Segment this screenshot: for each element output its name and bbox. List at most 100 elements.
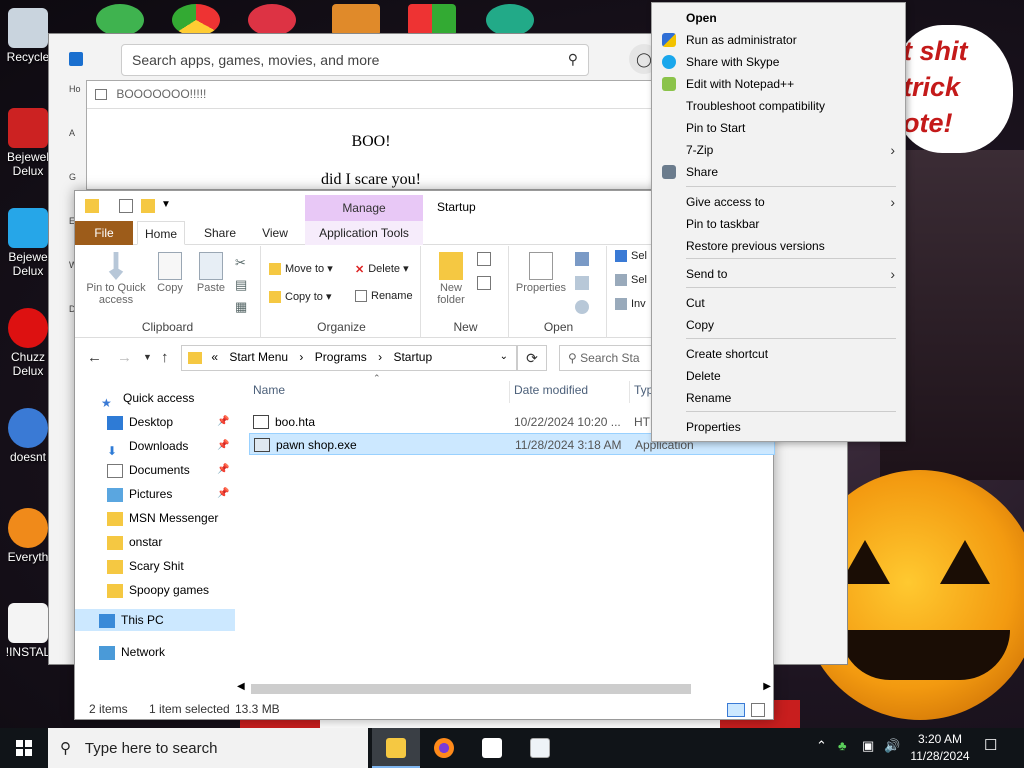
store-search-input[interactable]: Search apps, games, movies, and more ⚲ — [121, 44, 589, 76]
breadcrumb-item[interactable]: Start Menu — [229, 350, 288, 364]
nav-item-this-pc[interactable]: This PC — [75, 609, 235, 631]
menu-item-troubleshoot-compatibility[interactable]: Troubleshoot compatibility — [652, 95, 905, 117]
menu-item-properties[interactable]: Properties — [652, 416, 905, 438]
history-icon[interactable] — [575, 300, 589, 314]
menu-item-run-as-administrator[interactable]: Run as administrator — [652, 29, 905, 51]
tab-view[interactable]: View — [251, 221, 299, 245]
up-arrow-icon[interactable]: ↑ — [161, 349, 169, 366]
easy-access-icon[interactable] — [477, 276, 491, 290]
nav-item-scary-shit[interactable]: Scary Shit — [107, 555, 184, 577]
volume-icon[interactable]: 🔊 — [884, 738, 900, 754]
tray-app-icon[interactable]: ♣ — [838, 738, 847, 753]
select-all-button[interactable]: Sel — [615, 250, 647, 263]
folder-icon — [107, 583, 123, 598]
cut-icon[interactable]: ✂ ▤ ▦ — [235, 252, 247, 318]
taskbar-hta-app[interactable] — [516, 728, 564, 768]
properties-button[interactable]: Properties — [513, 252, 569, 294]
menu-item-share-with-skype[interactable]: Share with Skype — [652, 51, 905, 73]
nav-item-network[interactable]: Network — [99, 641, 165, 663]
network-icon[interactable]: ▣ — [862, 738, 874, 754]
forward-arrow-icon[interactable]: → — [117, 349, 132, 366]
chrome-icon[interactable] — [172, 4, 220, 36]
breadcrumb-item[interactable]: Programs — [315, 350, 367, 364]
copy-button[interactable]: Copy — [153, 252, 187, 294]
app-icon[interactable] — [332, 4, 380, 36]
taskbar-search[interactable]: ⚲ Type here to search — [48, 728, 368, 768]
menu-item-open[interactable]: Open — [652, 7, 905, 29]
address-bar[interactable]: « Start Menu › Programs › Startup ⌄ — [181, 345, 517, 371]
select-none-button[interactable]: Sel — [615, 274, 647, 287]
select-none-icon — [615, 274, 627, 287]
nav-item-pictures[interactable]: Pictures 📌 — [107, 483, 229, 505]
nav-item-onstar[interactable]: onstar — [107, 531, 162, 553]
menu-item-copy[interactable]: Copy — [652, 314, 905, 336]
taskbar-store[interactable] — [468, 728, 516, 768]
new-folder-button[interactable]: New folder — [429, 252, 473, 306]
nav-item-msn-messenger[interactable]: MSN Messenger — [107, 507, 218, 529]
menu-item-pin-to-start[interactable]: Pin to Start — [652, 117, 905, 139]
group-label: Clipboard — [141, 320, 194, 334]
clock[interactable]: 3:20 AM 11/28/2024 — [900, 731, 980, 765]
large-icons-view-icon[interactable] — [751, 703, 765, 717]
horizontal-scrollbar[interactable]: ◀ ▶ — [235, 681, 775, 697]
new-folder-icon[interactable] — [141, 199, 155, 213]
notifications-icon[interactable]: ☐ — [984, 736, 997, 754]
menu-item-7-zip[interactable]: 7-Zip › — [652, 139, 905, 161]
tab-home[interactable]: Home — [137, 221, 185, 245]
nav-item-documents[interactable]: Documents 📌 — [107, 459, 229, 481]
tab-file[interactable]: File — [75, 221, 133, 245]
breadcrumb-item[interactable]: Startup — [393, 350, 432, 364]
rename-button[interactable]: Rename — [355, 290, 413, 303]
menu-item-create-shortcut[interactable]: Create shortcut — [652, 343, 905, 365]
back-arrow-icon[interactable]: ← — [87, 349, 102, 366]
start-button[interactable] — [0, 728, 48, 768]
nav-item-downloads[interactable]: ⬇ Downloads 📌 — [107, 435, 229, 458]
menu-item-edit-with-notepad[interactable]: Edit with Notepad++ — [652, 73, 905, 95]
taskbar-file-explorer[interactable] — [372, 728, 420, 768]
chevron-down-icon[interactable]: ▼ — [161, 199, 171, 210]
paste-button[interactable]: Paste — [193, 252, 229, 294]
pin-quick-access-button[interactable]: Pin to Quick access — [81, 252, 151, 306]
properties-icon[interactable] — [119, 199, 133, 213]
sidebar-label[interactable]: Ho — [49, 84, 81, 128]
scroll-left-icon[interactable]: ◀ — [237, 681, 245, 692]
edit-icon[interactable] — [575, 276, 589, 290]
details-view-icon[interactable] — [727, 703, 745, 717]
menu-item-restore-previous-versions[interactable]: Restore previous versions — [652, 235, 905, 257]
tab-application-tools[interactable]: Application Tools — [305, 221, 423, 245]
chevron-down-icon[interactable]: ⌄ — [500, 351, 508, 362]
app-icon[interactable] — [248, 4, 296, 36]
menu-item-rename[interactable]: Rename — [652, 387, 905, 409]
menu-item-give-access-to[interactable]: Give access to › — [652, 191, 905, 213]
menu-item-cut[interactable]: Cut — [652, 292, 905, 314]
open-icon[interactable] — [575, 252, 589, 266]
game-icon[interactable] — [486, 4, 534, 36]
delete-button[interactable]: ✕ Delete ▾ — [355, 262, 409, 276]
nav-item-spoopy-games[interactable]: Spoopy games — [107, 579, 209, 601]
invert-selection-button[interactable]: Inv — [615, 298, 646, 311]
menu-item-delete[interactable]: Delete — [652, 365, 905, 387]
nav-item-desktop[interactable]: Desktop 📌 — [107, 411, 229, 433]
scroll-right-icon[interactable]: ▶ — [763, 681, 771, 692]
menu-item-pin-to-taskbar[interactable]: Pin to taskbar — [652, 213, 905, 235]
app-icon[interactable] — [408, 4, 456, 36]
messenger-icon[interactable] — [96, 4, 144, 36]
refresh-button[interactable]: ⟳ — [517, 345, 547, 371]
copy-to-button[interactable]: Copy to ▾ — [269, 290, 332, 304]
menu-item-send-to[interactable]: Send to › — [652, 263, 905, 285]
menu-item-share[interactable]: Share — [652, 161, 905, 183]
new-folder-icon — [439, 252, 463, 280]
column-header-name[interactable]: Name — [253, 383, 285, 397]
scrollbar-thumb[interactable] — [251, 684, 691, 694]
hta-title-bar[interactable]: BOOOOOOO!!!!! — [87, 81, 655, 109]
taskbar-firefox[interactable] — [420, 728, 468, 768]
move-to-button[interactable]: Move to ▾ — [269, 262, 333, 276]
column-header-date[interactable]: Date modified — [514, 383, 588, 397]
tray-chevron-icon[interactable]: ⌃ — [816, 738, 827, 754]
sidebar-label[interactable]: A — [49, 128, 79, 172]
tab-share[interactable]: Share — [195, 221, 245, 245]
new-item-icon[interactable] — [477, 252, 491, 266]
nav-item-quick-access[interactable]: ★ Quick access — [101, 387, 194, 410]
recent-locations-chevron-icon[interactable]: ▼ — [143, 352, 152, 362]
tab-manage[interactable]: Manage — [305, 195, 423, 221]
